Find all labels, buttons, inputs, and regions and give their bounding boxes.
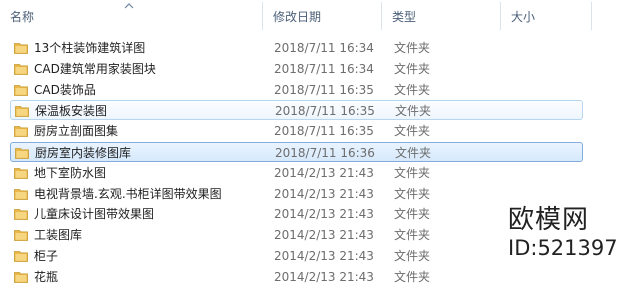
column-size-label: 大小: [511, 10, 536, 24]
file-type: 文件夹: [394, 124, 431, 139]
file-row[interactable]: CAD装饰品 2018/7/11 16:35 文件夹: [10, 80, 583, 100]
file-date: 2014/2/13 21:43: [274, 228, 374, 243]
file-name: 保温板安装图: [35, 104, 108, 119]
folder-icon: [14, 230, 28, 242]
column-name-label: 名称: [10, 10, 35, 24]
file-row[interactable]: 柜子 2014/2/13 21:43 文件夹: [10, 246, 583, 266]
file-row[interactable]: 儿童床设计图带效果图 2014/2/13 21:43 文件夹: [10, 204, 583, 224]
sort-ascending-icon: [124, 3, 134, 9]
folder-icon: [14, 271, 28, 283]
file-name: 厨房立剖面图集: [34, 124, 119, 139]
file-date: 2018/7/11 16:35: [275, 104, 375, 119]
column-header: 名称 修改日期 类型 大小: [0, 0, 633, 30]
file-date: 2018/7/11 16:34: [274, 41, 374, 55]
file-date: 2018/7/11 16:36: [275, 146, 375, 160]
column-date-header[interactable]: 修改日期: [263, 0, 381, 30]
column-divider[interactable]: [591, 2, 592, 30]
file-type: 文件夹: [395, 146, 432, 160]
file-row[interactable]: 电视背景墙.玄观.书柜详图带效果图 2014/2/13 21:43 文件夹: [10, 184, 583, 204]
folder-icon: [14, 43, 28, 54]
file-name: 13个柱装饰建筑详图: [34, 41, 146, 55]
folder-icon: [14, 209, 28, 221]
file-name: 厨房室内装修图库: [35, 146, 132, 160]
folder-icon: [15, 106, 29, 118]
file-name: 地下室防水图: [34, 165, 107, 180]
file-name: 柜子: [34, 249, 59, 263]
file-row[interactable]: 厨房立剖面图集 2018/7/11 16:35 文件夹: [10, 121, 583, 141]
watermark: 欧模网 ID:521397: [508, 205, 633, 261]
file-row[interactable]: CAD建筑常用家装图块 2018/7/11 16:34 文件夹: [10, 59, 583, 79]
file-type: 文件夹: [394, 41, 431, 55]
folder-icon: [15, 148, 29, 159]
file-date: 2018/7/11 16:34: [274, 61, 374, 76]
file-type: 文件夹: [394, 186, 431, 201]
file-row[interactable]: 厨房室内装修图库 2018/7/11 16:36 文件夹: [10, 142, 583, 162]
file-type: 文件夹: [394, 269, 431, 284]
watermark-id: ID:521397: [508, 236, 618, 260]
file-type: 文件夹: [394, 228, 431, 243]
file-row[interactable]: 地下室防水图 2014/2/13 21:43 文件夹: [10, 163, 583, 183]
watermark-logo: 欧模网: [508, 205, 590, 235]
file-date: 2018/7/11 16:35: [274, 124, 374, 139]
file-date: 2014/2/13 21:43: [274, 269, 374, 284]
folder-icon: [14, 167, 28, 179]
file-type: 文件夹: [394, 207, 431, 222]
column-type-header[interactable]: 类型: [382, 0, 500, 30]
folder-icon: [14, 63, 28, 75]
file-name: CAD装饰品: [34, 82, 96, 97]
column-type-label: 类型: [392, 10, 417, 24]
file-name: CAD建筑常用家装图块: [34, 61, 156, 76]
folder-icon: [14, 84, 28, 96]
folder-icon: [14, 188, 28, 200]
file-date: 2018/7/11 16:35: [274, 82, 374, 97]
file-row[interactable]: 13个柱装饰建筑详图 2018/7/11 16:34 文件夹: [10, 38, 583, 58]
file-type: 文件夹: [394, 249, 431, 263]
file-row[interactable]: 保温板安装图 2018/7/11 16:35 文件夹: [10, 100, 583, 121]
file-type: 文件夹: [395, 104, 432, 119]
file-date: 2014/2/13 21:43: [274, 165, 374, 180]
file-type: 文件夹: [394, 82, 431, 97]
column-size-header[interactable]: 大小: [501, 0, 591, 30]
file-row[interactable]: 工装图库 2014/2/13 21:43 文件夹: [10, 225, 583, 245]
file-name: 工装图库: [34, 228, 83, 243]
file-name: 花瓶: [34, 269, 59, 284]
file-row[interactable]: 花瓶 2014/2/13 21:43 文件夹: [10, 267, 583, 287]
column-date-label: 修改日期: [273, 10, 322, 24]
file-date: 2014/2/13 21:43: [274, 249, 374, 263]
folder-icon: [14, 126, 28, 138]
file-date: 2014/2/13 21:43: [274, 207, 374, 222]
file-name: 电视背景墙.玄观.书柜详图带效果图: [34, 186, 222, 201]
folder-icon: [14, 251, 28, 262]
file-name: 儿童床设计图带效果图: [34, 207, 155, 222]
file-type: 文件夹: [394, 165, 431, 180]
file-type: 文件夹: [394, 61, 431, 76]
file-date: 2014/2/13 21:43: [274, 186, 374, 201]
